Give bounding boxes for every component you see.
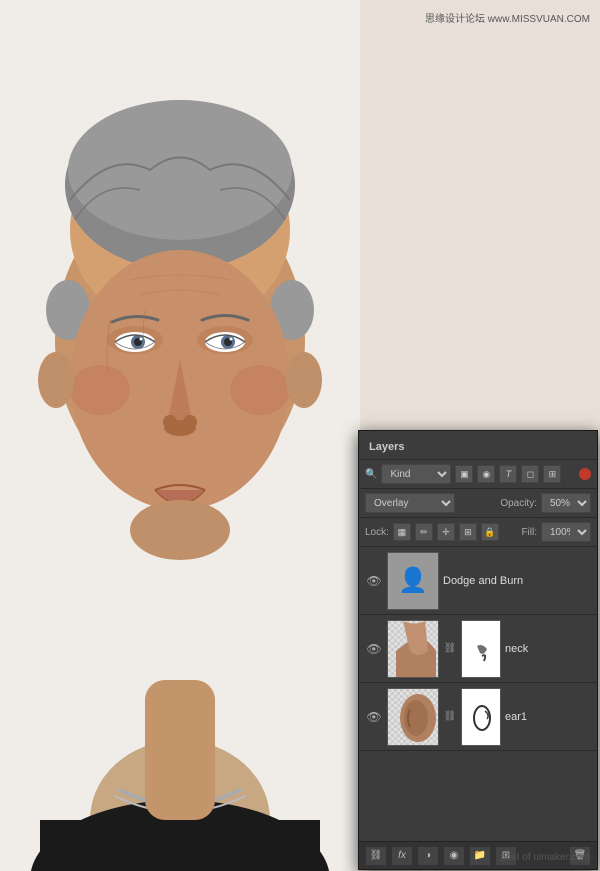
add-mask-btn[interactable]: ◑ [417, 846, 439, 866]
lock-fill-row: Lock: ▦ ✏ ✛ ⊞ 🔒 Fill: 100% [359, 518, 597, 547]
opacity-dropdown[interactable]: 50% [541, 493, 591, 513]
layer-item-dodge-burn[interactable]: 👁 👤 Dodge and Burn [359, 547, 597, 615]
layer-thumb-ear1 [387, 688, 439, 746]
lock-all-btn[interactable]: 🔒 [481, 523, 499, 541]
type-filter-btn[interactable]: T [499, 465, 517, 483]
watermark-bottom-text: post of uimaker.com [501, 852, 590, 863]
layer-item-ear1[interactable]: 👁 ⛓ [359, 683, 597, 751]
layers-panel: Layers 🔍 Kind ▣ ◉ T ◻ ⊞ Overlay Opacity:… [358, 430, 598, 870]
watermark-bottom: post of uimaker.com [501, 852, 590, 863]
link-layers-btn[interactable]: ⛓ [365, 846, 387, 866]
thumb-shape: 👤 [388, 553, 438, 609]
layer-name-neck: neck [505, 643, 591, 655]
fill-label: Fill: [521, 527, 537, 538]
eye-visibility-btn-ear1[interactable]: 👁 [365, 708, 383, 726]
adjustment-filter-btn[interactable]: ◉ [477, 465, 495, 483]
blend-opacity-row: Overlay Opacity: 50% [359, 489, 597, 518]
layer-name-dodge-burn: Dodge and Burn [443, 575, 591, 587]
kind-dropdown[interactable]: Kind [381, 464, 451, 484]
status-dot [579, 468, 591, 480]
adjustment-btn[interactable]: ◉ [443, 846, 465, 866]
layer-link-icon: ⛓ [443, 642, 457, 656]
layer-mask-ear1 [461, 688, 501, 746]
watermark-top: 思缘设计论坛 www.MISSVUAN.COM [425, 10, 590, 25]
shape-filter-btn[interactable]: ◻ [521, 465, 539, 483]
fx-btn[interactable]: fx [391, 846, 413, 866]
smart-filter-btn[interactable]: ⊞ [543, 465, 561, 483]
panel-title: Layers [369, 441, 404, 453]
lock-pixels-btn[interactable]: ✏ [415, 523, 433, 541]
opacity-label: Opacity: [500, 498, 537, 509]
panel-titlebar: Layers [359, 431, 597, 460]
search-icon: 🔍 [365, 469, 377, 480]
filter-row: 🔍 Kind ▣ ◉ T ◻ ⊞ [359, 460, 597, 489]
face-image [0, 0, 360, 871]
layer-name-ear1: ear1 [505, 711, 591, 723]
new-group-btn[interactable]: 📁 [469, 846, 491, 866]
layer-thumb-neck [387, 620, 439, 678]
lock-transparency-btn[interactable]: ▦ [393, 523, 411, 541]
layer-thumb-dodge-burn: 👤 [387, 552, 439, 610]
eye-visibility-btn[interactable]: 👁 [365, 572, 383, 590]
fill-dropdown[interactable]: 100% [541, 522, 591, 542]
lock-artboard-btn[interactable]: ⊞ [459, 523, 477, 541]
watermark-top-text: 思缘设计论坛 www.MISSVUAN.COM [425, 14, 590, 25]
layer-link-icon-ear1: ⛓ [443, 710, 457, 724]
blend-mode-dropdown[interactable]: Overlay [365, 493, 455, 513]
layer-item-neck[interactable]: 👁 ⛓ [359, 615, 597, 683]
pixel-filter-btn[interactable]: ▣ [455, 465, 473, 483]
lock-label: Lock: [365, 527, 389, 538]
layer-mask-neck [461, 620, 501, 678]
eye-visibility-btn-neck[interactable]: 👁 [365, 640, 383, 658]
lock-position-btn[interactable]: ✛ [437, 523, 455, 541]
